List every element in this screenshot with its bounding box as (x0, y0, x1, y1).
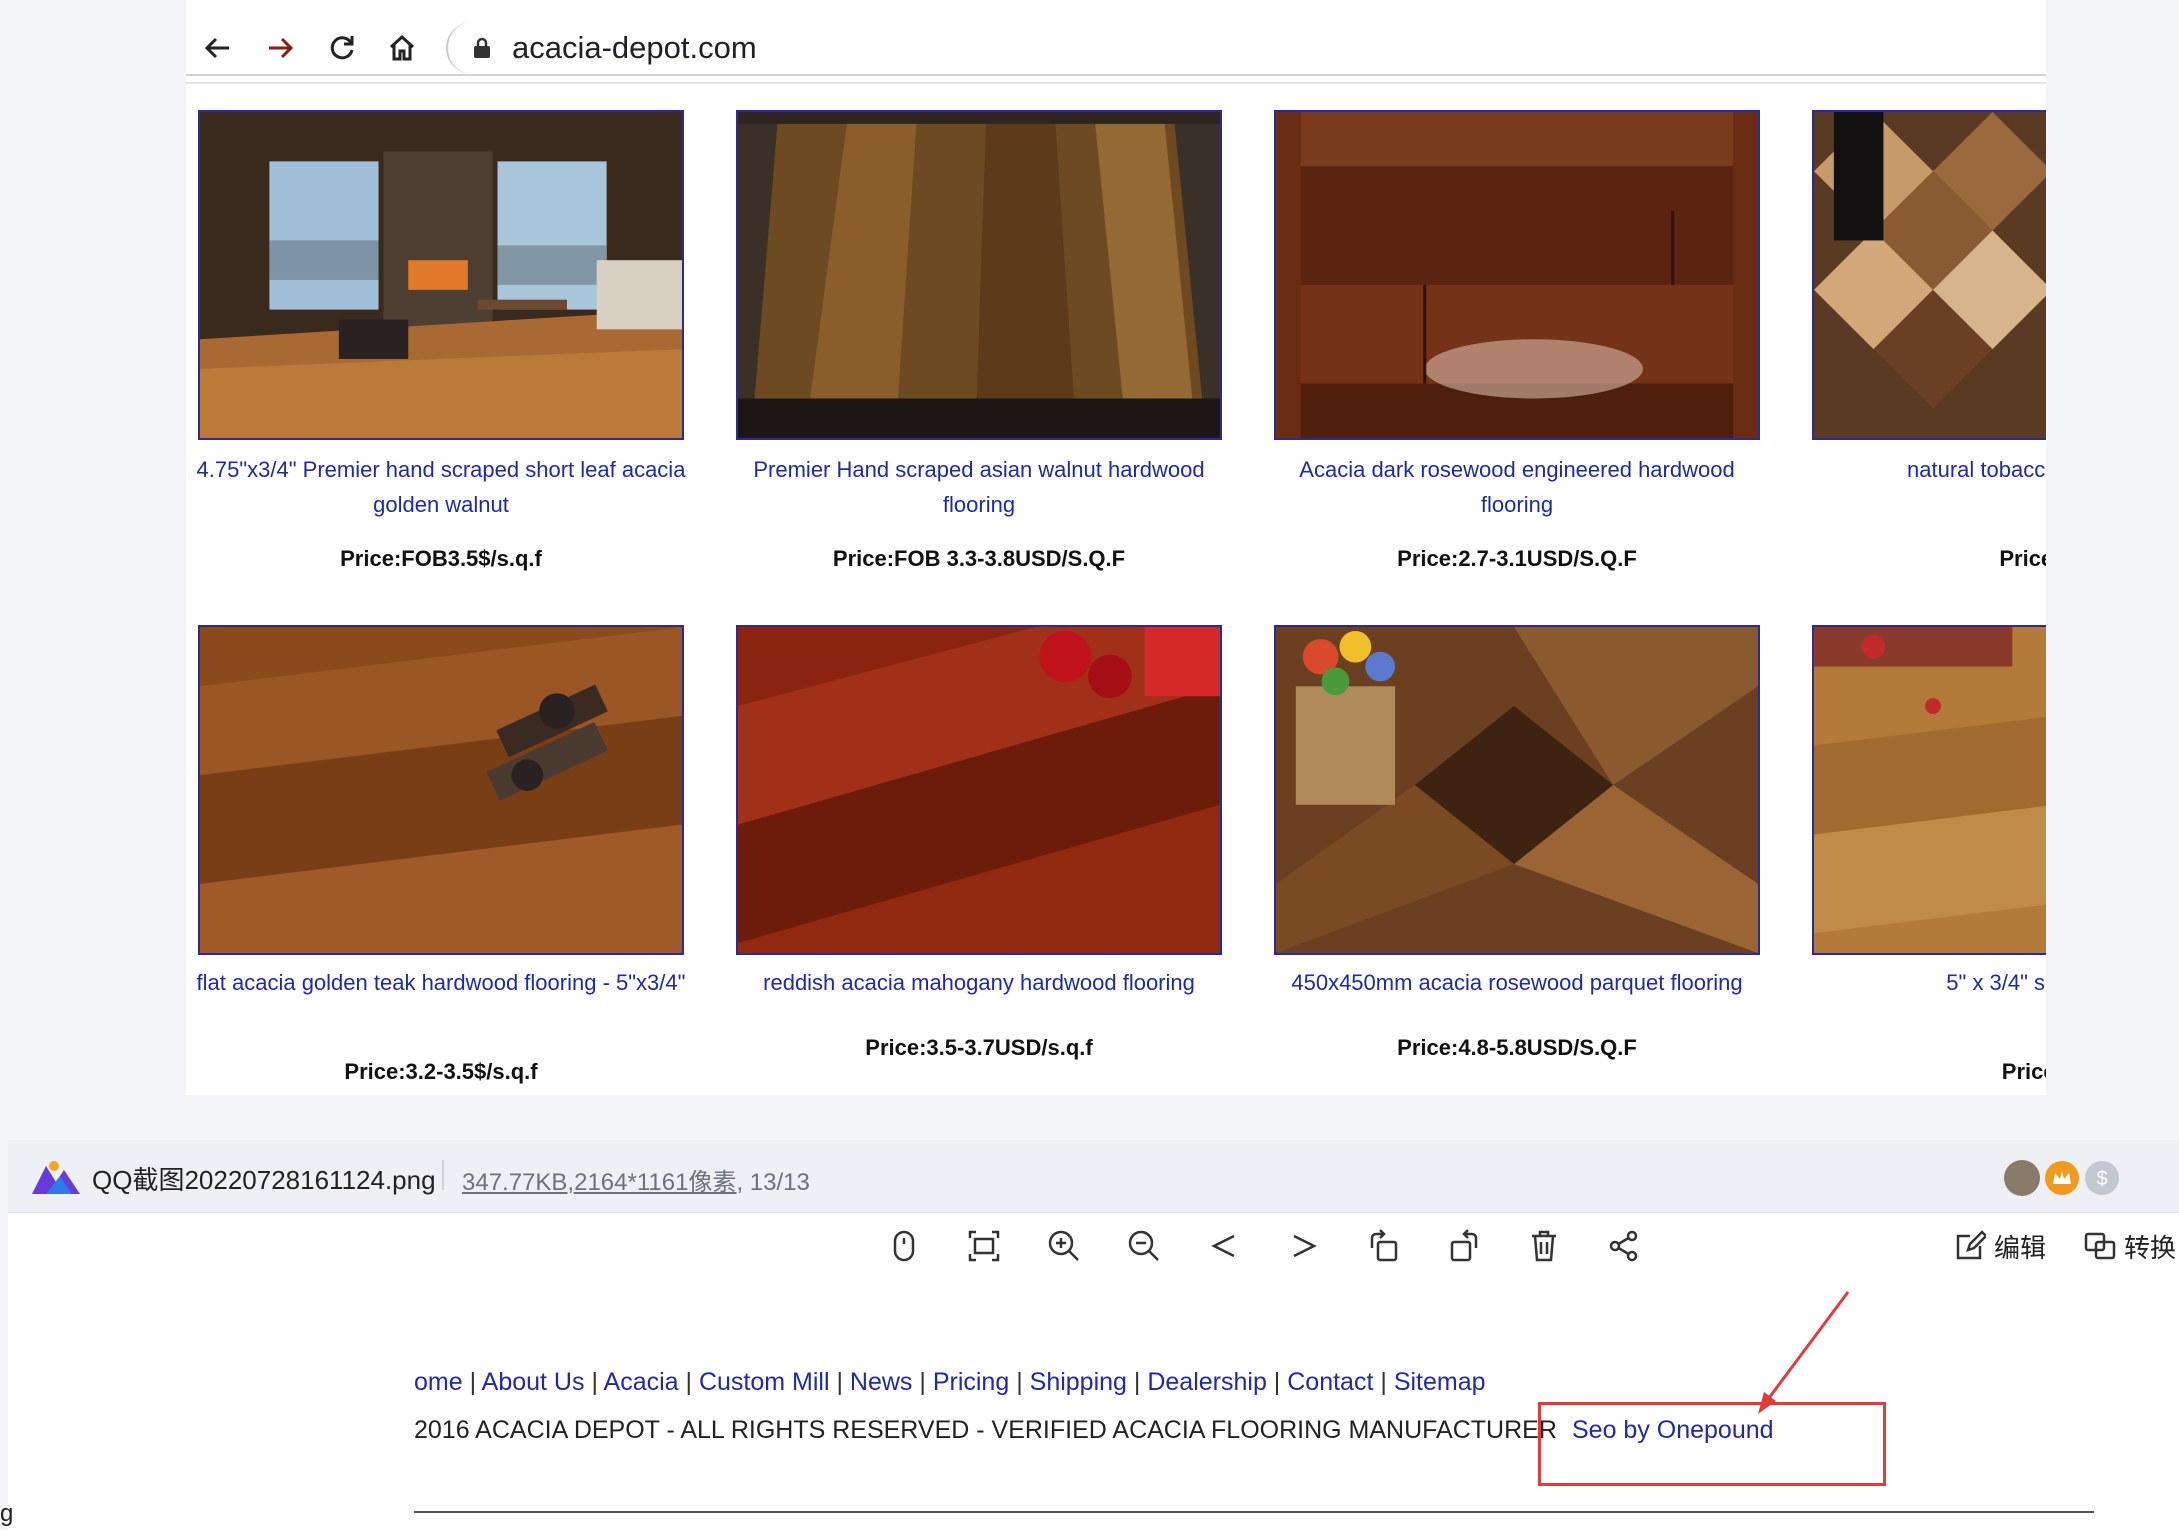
product-image[interactable] (736, 110, 1222, 440)
product-title[interactable]: 5" x 3/4" selected n flo (1800, 965, 2046, 1000)
natural-floor-image (1814, 627, 2046, 953)
rosewood-planks-image (1276, 112, 1758, 438)
coin-badge-icon[interactable]: $ (2084, 1160, 2120, 1196)
product-price: Price:2.6-: (2001, 1059, 2046, 1084)
rotate-right-icon (1450, 1229, 1478, 1262)
file-size[interactable]: 347.77KB (462, 1169, 567, 1196)
zoom-out-button[interactable] (1122, 1224, 1166, 1268)
product-title[interactable]: reddish acacia mahogany hardwood floorin… (724, 965, 1234, 1000)
product-title[interactable]: 4.75"x3/4" Premier hand scraped short le… (186, 452, 696, 522)
product-price: Price:FOB 3.3-3.8USD/S.Q.F (832, 546, 1126, 571)
zoom-out-icon (1128, 1230, 1159, 1261)
trash-icon (1532, 1230, 1556, 1262)
rotate-left-button[interactable] (1362, 1224, 1406, 1268)
herringbone-floor-image (1814, 112, 2046, 438)
product-price: Price:3.1-3 (1999, 546, 2046, 571)
convert-icon (2084, 1232, 2116, 1260)
product-title[interactable]: natural tobacco road s hardwo (1800, 452, 2046, 487)
rotate-right-button[interactable] (1442, 1224, 1486, 1268)
walnut-planks-image (738, 112, 1220, 438)
rotate-left-icon (1370, 1229, 1398, 1262)
chevron-left-icon (1211, 1234, 1235, 1258)
viewer-toolbar: 编辑 转换 (8, 1212, 2179, 1282)
edit-icon (1956, 1230, 1986, 1260)
zoom-in-icon (1048, 1230, 1079, 1261)
next-image-button[interactable] (1282, 1224, 1326, 1268)
viewer-app-logo-icon (32, 1161, 80, 1194)
product-image[interactable] (1274, 625, 1760, 955)
parquet-with-flowers-image (1276, 627, 1758, 953)
viewer-titlebar: QQ截图20220728161124.png 347.77KB,2164*116… (8, 1140, 2179, 1213)
fit-window-button[interactable] (962, 1224, 1006, 1268)
product-price: Price:3.5-3.7USD/s.q.f (865, 1035, 1093, 1060)
edge-text: g (0, 1500, 14, 1527)
living-room-floor-image (200, 112, 682, 438)
file-meta: 347.77KB,2164*1161像素, 13/13 (462, 1162, 810, 1197)
crown-badge-icon[interactable] (2044, 1160, 2080, 1196)
file-name: QQ截图20220728161124.png (92, 1165, 436, 1195)
product-price: Price:3.2-3.5$/s.q.f (344, 1059, 538, 1084)
teak-with-dumbbells-image (200, 627, 682, 953)
image-viewer-window: QQ截图20220728161124.png 347.77KB,2164*116… (8, 1140, 2179, 1530)
product-title[interactable]: flat acacia golden teak hardwood floorin… (186, 965, 696, 1000)
product-image[interactable] (736, 625, 1222, 955)
footer-divider (414, 1511, 2094, 1513)
convert-button[interactable]: 转换 (2084, 1224, 2176, 1268)
avatar[interactable] (2004, 1160, 2040, 1196)
product-title[interactable]: Premier Hand scraped asian walnut hardwo… (724, 452, 1234, 522)
product-image[interactable] (1274, 110, 1760, 440)
mouse-icon (893, 1230, 915, 1262)
delete-button[interactable] (1522, 1224, 1566, 1268)
mouse-mode-button[interactable] (882, 1224, 926, 1268)
zoom-in-button[interactable] (1042, 1224, 1086, 1268)
product-title[interactable]: 450x450mm acacia rosewood parquet floori… (1262, 965, 1772, 1000)
svg-text:$: $ (2096, 1168, 2107, 1190)
share-button[interactable] (1602, 1224, 1646, 1268)
product-image[interactable] (198, 625, 684, 955)
browser-window: acacia-depot.com 4.75"x3/4" Premier hand… (186, 0, 2046, 1095)
edit-button[interactable]: 编辑 (1954, 1224, 2046, 1268)
image-dimensions[interactable]: ,2164*1161像素 (567, 1169, 736, 1196)
convert-label: 转换 (2124, 1232, 2177, 1263)
annotation-arrow-icon (1758, 1291, 1850, 1414)
fit-screen-icon (968, 1230, 1000, 1262)
title-divider (442, 1160, 444, 1190)
viewed-image-footer: ome | About Us | Acacia | Custom Mill | … (414, 1284, 2144, 1530)
product-image[interactable] (198, 110, 684, 440)
mahogany-with-roses-image (738, 627, 1220, 953)
previous-image-button[interactable] (1202, 1224, 1246, 1268)
share-nodes-icon (1609, 1230, 1638, 1262)
product-image[interactable] (1812, 625, 2046, 955)
product-grid: 4.75"x3/4" Premier hand scraped short le… (186, 0, 2046, 1095)
edit-label: 编辑 (1994, 1232, 2047, 1263)
product-title[interactable]: Acacia dark rosewood engineered hardwood… (1262, 452, 1772, 522)
product-price: Price:FOB3.5$/s.q.f (340, 546, 542, 571)
page-counter: , 13/13 (736, 1169, 810, 1196)
product-price: Price:4.8-5.8USD/S.Q.F (1397, 1035, 1637, 1060)
product-price: Price:2.7-3.1USD/S.Q.F (1397, 546, 1637, 571)
product-image[interactable] (1812, 110, 2046, 440)
chevron-right-icon (1293, 1234, 1317, 1258)
